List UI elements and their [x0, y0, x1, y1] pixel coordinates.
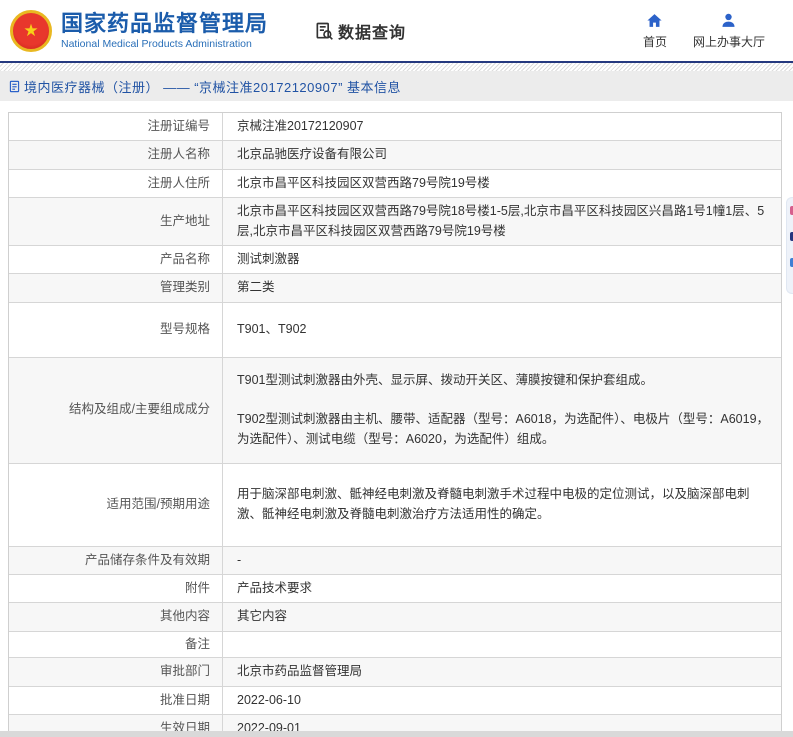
row-label: 审批部门	[9, 658, 223, 685]
row-value: 北京市昌平区科技园区双营西路79号院18号楼1-5层,北京市昌平区科技园区兴昌路…	[223, 198, 781, 245]
table-row: 备注	[9, 632, 781, 658]
row-value: 北京品驰医疗设备有限公司	[223, 141, 781, 168]
floating-toolbar[interactable]	[786, 197, 793, 294]
row-label: 结构及组成/主要组成成分	[9, 358, 223, 463]
row-label: 注册人住所	[9, 170, 223, 197]
table-row: 产品储存条件及有效期-	[9, 547, 781, 575]
table-row: 注册人住所北京市昌平区科技园区双营西路79号院19号楼	[9, 170, 781, 198]
row-label: 其他内容	[9, 603, 223, 630]
row-label: 注册人名称	[9, 141, 223, 168]
row-value: T901、T902	[223, 303, 781, 357]
table-row: 结构及组成/主要组成成分T901型测试刺激器由外壳、显示屏、拨动开关区、薄膜按键…	[9, 358, 781, 464]
row-value: 产品技术要求	[223, 575, 781, 602]
table-row: 生产地址北京市昌平区科技园区双营西路79号院18号楼1-5层,北京市昌平区科技园…	[9, 198, 781, 246]
national-emblem-logo: ★	[10, 10, 52, 52]
user-icon	[720, 12, 737, 29]
row-label: 产品储存条件及有效期	[9, 547, 223, 574]
nav-home-label: 首页	[643, 33, 667, 50]
table-row: 型号规格T901、T902	[9, 303, 781, 358]
row-label: 批准日期	[9, 687, 223, 714]
row-value: -	[223, 547, 781, 574]
hatch-strip	[0, 63, 793, 71]
breadcrumb: 境内医疗器械（注册） —— “京械注准20172120907” 基本信息	[0, 71, 793, 101]
row-value: 第二类	[223, 274, 781, 301]
bottom-strip	[0, 731, 793, 737]
header-nav: 首页 网上办事大厅	[643, 12, 793, 50]
data-query-nav[interactable]: 数据查询	[314, 19, 406, 43]
row-label: 产品名称	[9, 246, 223, 273]
row-value: 京械注准20172120907	[223, 113, 781, 140]
row-value: T901型测试刺激器由外壳、显示屏、拨动开关区、薄膜按键和保护套组成。 T902…	[223, 358, 781, 463]
row-label: 适用范围/预期用途	[9, 464, 223, 546]
row-value: 其它内容	[223, 603, 781, 630]
site-title-block: 国家药品监督管理局 National Medical Products Admi…	[61, 11, 268, 50]
row-label: 备注	[9, 632, 223, 657]
table-row: 批准日期2022-06-10	[9, 687, 781, 715]
table-row: 适用范围/预期用途用于脑深部电刺激、骶神经电刺激及脊髓电刺激手术过程中电极的定位…	[9, 464, 781, 547]
row-value	[223, 632, 781, 657]
registration-info-table: 注册证编号京械注准20172120907注册人名称北京品驰医疗设备有限公司注册人…	[8, 112, 782, 737]
page: ★ 国家药品监督管理局 National Medical Products Ad…	[0, 0, 793, 737]
row-label: 注册证编号	[9, 113, 223, 140]
row-value: 测试刺激器	[223, 246, 781, 273]
nav-service-hall[interactable]: 网上办事大厅	[693, 12, 765, 50]
site-title: 国家药品监督管理局	[61, 11, 268, 36]
nav-service-hall-label: 网上办事大厅	[693, 33, 765, 50]
row-value: 北京市药品监督管理局	[223, 658, 781, 685]
nav-home[interactable]: 首页	[643, 12, 667, 50]
site-header: ★ 国家药品监督管理局 National Medical Products Ad…	[0, 0, 793, 61]
row-value: 用于脑深部电刺激、骶神经电刺激及脊髓电刺激手术过程中电极的定位测试，以及脑深部电…	[223, 464, 781, 546]
table-row: 产品名称测试刺激器	[9, 246, 781, 274]
table-row: 注册人名称北京品驰医疗设备有限公司	[9, 141, 781, 169]
row-value: 2022-06-10	[223, 687, 781, 714]
row-value: 北京市昌平区科技园区双营西路79号院19号楼	[223, 170, 781, 197]
table-row: 管理类别第二类	[9, 274, 781, 302]
row-label: 附件	[9, 575, 223, 602]
breadcrumb-text: 境内医疗器械（注册） —— “京械注准20172120907” 基本信息	[24, 77, 401, 96]
table-row: 附件产品技术要求	[9, 575, 781, 603]
site-subtitle: National Medical Products Administration	[61, 38, 268, 50]
row-label: 型号规格	[9, 303, 223, 357]
table-row: 其他内容其它内容	[9, 603, 781, 631]
table-row: 审批部门北京市药品监督管理局	[9, 658, 781, 686]
row-label: 管理类别	[9, 274, 223, 301]
row-label: 生产地址	[9, 198, 223, 245]
data-query-label: 数据查询	[338, 19, 406, 43]
table-row: 注册证编号京械注准20172120907	[9, 113, 781, 141]
home-icon	[646, 12, 663, 29]
data-query-icon	[314, 21, 334, 41]
document-icon	[8, 80, 21, 93]
